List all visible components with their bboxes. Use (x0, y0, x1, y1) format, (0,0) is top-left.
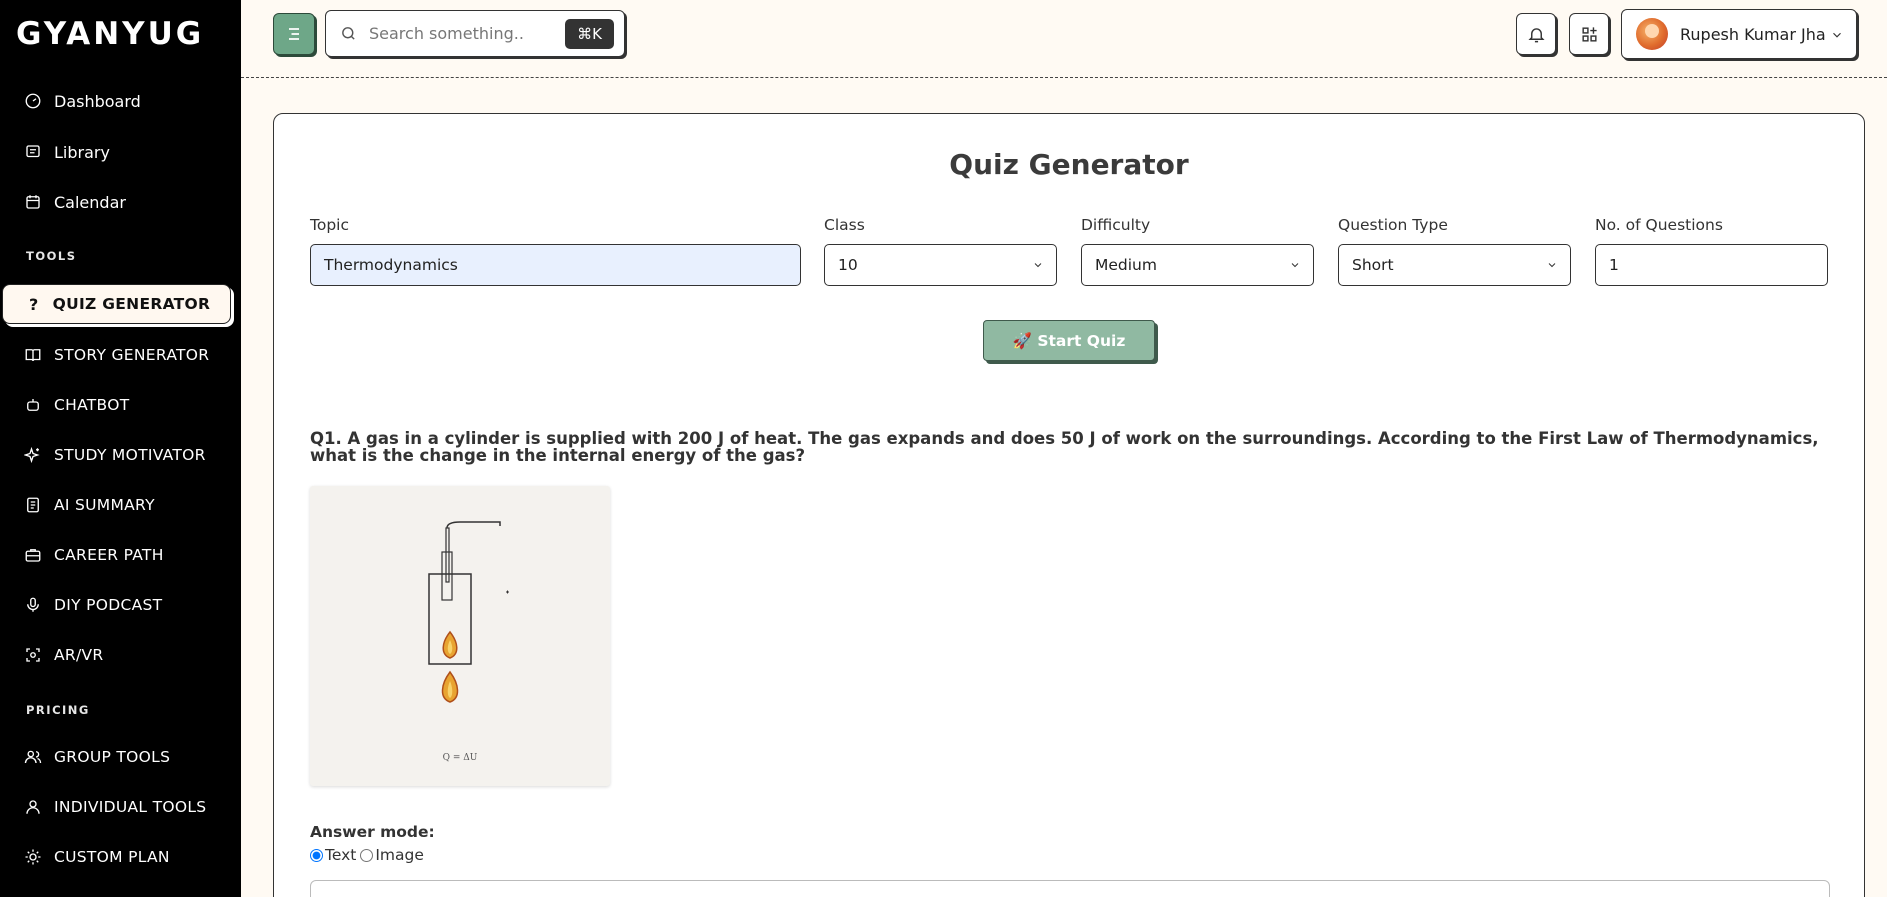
ar-vr-icon (24, 646, 42, 664)
answer-mode-options: Text Image (310, 846, 428, 864)
app-logo[interactable]: GYANYUG (16, 16, 204, 52)
tools-section-label: TOOLS (26, 249, 77, 263)
sidebar-item-label: CAREER PATH (54, 546, 164, 564)
class-label: Class (824, 216, 865, 234)
apps-button[interactable] (1569, 13, 1609, 55)
sidebar-item-label: DIY PODCAST (54, 596, 163, 614)
sidebar-item-label: STORY GENERATOR (54, 346, 210, 364)
microphone-icon (24, 596, 42, 614)
answer-mode-text-label[interactable]: Text (325, 846, 356, 864)
class-value: 10 (838, 256, 858, 274)
document-icon (24, 496, 42, 514)
page-title: Quiz Generator (949, 148, 1189, 181)
answer-mode-image-label[interactable]: Image (375, 846, 424, 864)
user-menu[interactable]: Rupesh Kumar Jha (1621, 9, 1857, 59)
question-count-label: No. of Questions (1595, 216, 1723, 234)
bell-icon (1527, 27, 1545, 42)
question-type-select[interactable]: Short (1338, 244, 1571, 286)
user-icon (24, 798, 42, 816)
sidebar-item-story-generator[interactable]: STORY GENERATOR (0, 333, 241, 377)
difficulty-value: Medium (1095, 256, 1157, 274)
difficulty-select[interactable]: Medium (1081, 244, 1314, 286)
chevron-down-icon (1833, 32, 1841, 38)
menu-toggle-button[interactable] (273, 13, 315, 55)
chevron-down-icon (1034, 263, 1042, 268)
sidebar-item-ar-vr[interactable]: AR/VR (0, 633, 241, 677)
sidebar-item-custom-plan[interactable]: CUSTOM PLAN (0, 835, 241, 879)
question-text: Q1. A gas in a cylinder is supplied with… (310, 429, 1819, 465)
search-bar[interactable]: ⌘K (325, 10, 625, 57)
sidebar-item-diy-podcast[interactable]: DIY PODCAST (0, 583, 241, 627)
chevron-down-icon (1548, 263, 1556, 268)
question-type-label: Question Type (1338, 216, 1448, 234)
class-select[interactable]: 10 (824, 244, 1057, 286)
answer-mode-label: Answer mode: (310, 823, 435, 841)
users-icon (24, 748, 42, 766)
question-icon: ? (29, 294, 39, 314)
sidebar-item-label: STUDY MOTIVATOR (54, 446, 206, 464)
quiz-card: Quiz Generator Topic Thermodynamics Clas… (273, 113, 1865, 897)
question-type-value: Short (1352, 256, 1394, 274)
topic-input[interactable]: Thermodynamics (310, 244, 801, 286)
sidebar-item-quiz-generator[interactable]: ? QUIZ GENERATOR (2, 284, 231, 324)
sidebar-item-label: Calendar (54, 192, 126, 212)
cylinder-diagram (428, 521, 509, 703)
question-count-value: 1 (1609, 256, 1619, 274)
sidebar-item-library[interactable]: Library (0, 130, 241, 174)
sidebar-item-label: CUSTOM PLAN (54, 848, 170, 866)
sidebar-item-label: GROUP TOOLS (54, 748, 171, 766)
question-illustration: Q = ΔU (310, 486, 610, 786)
bot-icon (24, 396, 42, 414)
sidebar-item-label: INDIVIDUAL TOOLS (54, 798, 207, 816)
sidebar-item-study-motivator[interactable]: STUDY MOTIVATOR (0, 433, 241, 477)
notifications-button[interactable] (1516, 13, 1556, 55)
answer-mode-image-radio[interactable] (360, 848, 374, 862)
answer-textarea[interactable] (310, 880, 1830, 897)
apps-grid-icon (1581, 26, 1597, 42)
user-name: Rupesh Kumar Jha (1680, 24, 1826, 44)
illustration-caption: Q = ΔU (442, 753, 478, 763)
sidebar-item-label: Dashboard (54, 91, 141, 111)
sidebar-item-label: Library (54, 142, 110, 162)
sidebar-item-individual-tools[interactable]: INDIVIDUAL TOOLS (0, 785, 241, 829)
sidebar-item-ai-summary[interactable]: AI SUMMARY (0, 483, 241, 527)
sidebar-item-label: CHATBOT (54, 396, 130, 414)
calendar-icon (24, 193, 42, 211)
difficulty-label: Difficulty (1081, 216, 1151, 234)
top-header: ⌘K Rupesh Kumar Jha (241, 0, 1887, 78)
avatar (1636, 18, 1668, 50)
search-input[interactable] (369, 24, 559, 43)
sidebar-item-label: AI SUMMARY (54, 496, 155, 514)
search-icon (342, 27, 355, 40)
menu-icon (289, 28, 299, 40)
answer-mode-text-radio[interactable] (310, 848, 323, 862)
lightbulb-icon (24, 848, 42, 866)
sidebar-item-chatbot[interactable]: CHATBOT (0, 383, 241, 427)
start-quiz-button[interactable]: 🚀 Start Quiz (983, 320, 1155, 361)
library-icon (24, 143, 42, 161)
dashboard-icon (24, 92, 42, 110)
sidebar-item-calendar[interactable]: Calendar (0, 180, 241, 224)
sidebar-item-career-path[interactable]: CAREER PATH (0, 533, 241, 577)
sidebar-item-dashboard[interactable]: Dashboard (0, 79, 241, 123)
search-shortcut-badge: ⌘K (565, 19, 614, 49)
question-count-input[interactable]: 1 (1595, 244, 1828, 286)
sidebar-item-label: QUIZ GENERATOR (52, 295, 211, 313)
sidebar-item-label: AR/VR (54, 646, 104, 664)
topic-value: Thermodynamics (324, 256, 458, 274)
book-icon (24, 346, 42, 364)
pricing-section-label: PRICING (26, 703, 90, 717)
sparkles-icon (24, 446, 42, 464)
topic-label: Topic (310, 216, 349, 234)
briefcase-icon (24, 546, 42, 564)
sidebar-item-group-tools[interactable]: GROUP TOOLS (0, 735, 241, 779)
chevron-down-icon (1291, 263, 1299, 268)
sidebar: GYANYUG Dashboard Library Calendar TOOLS… (0, 0, 241, 897)
